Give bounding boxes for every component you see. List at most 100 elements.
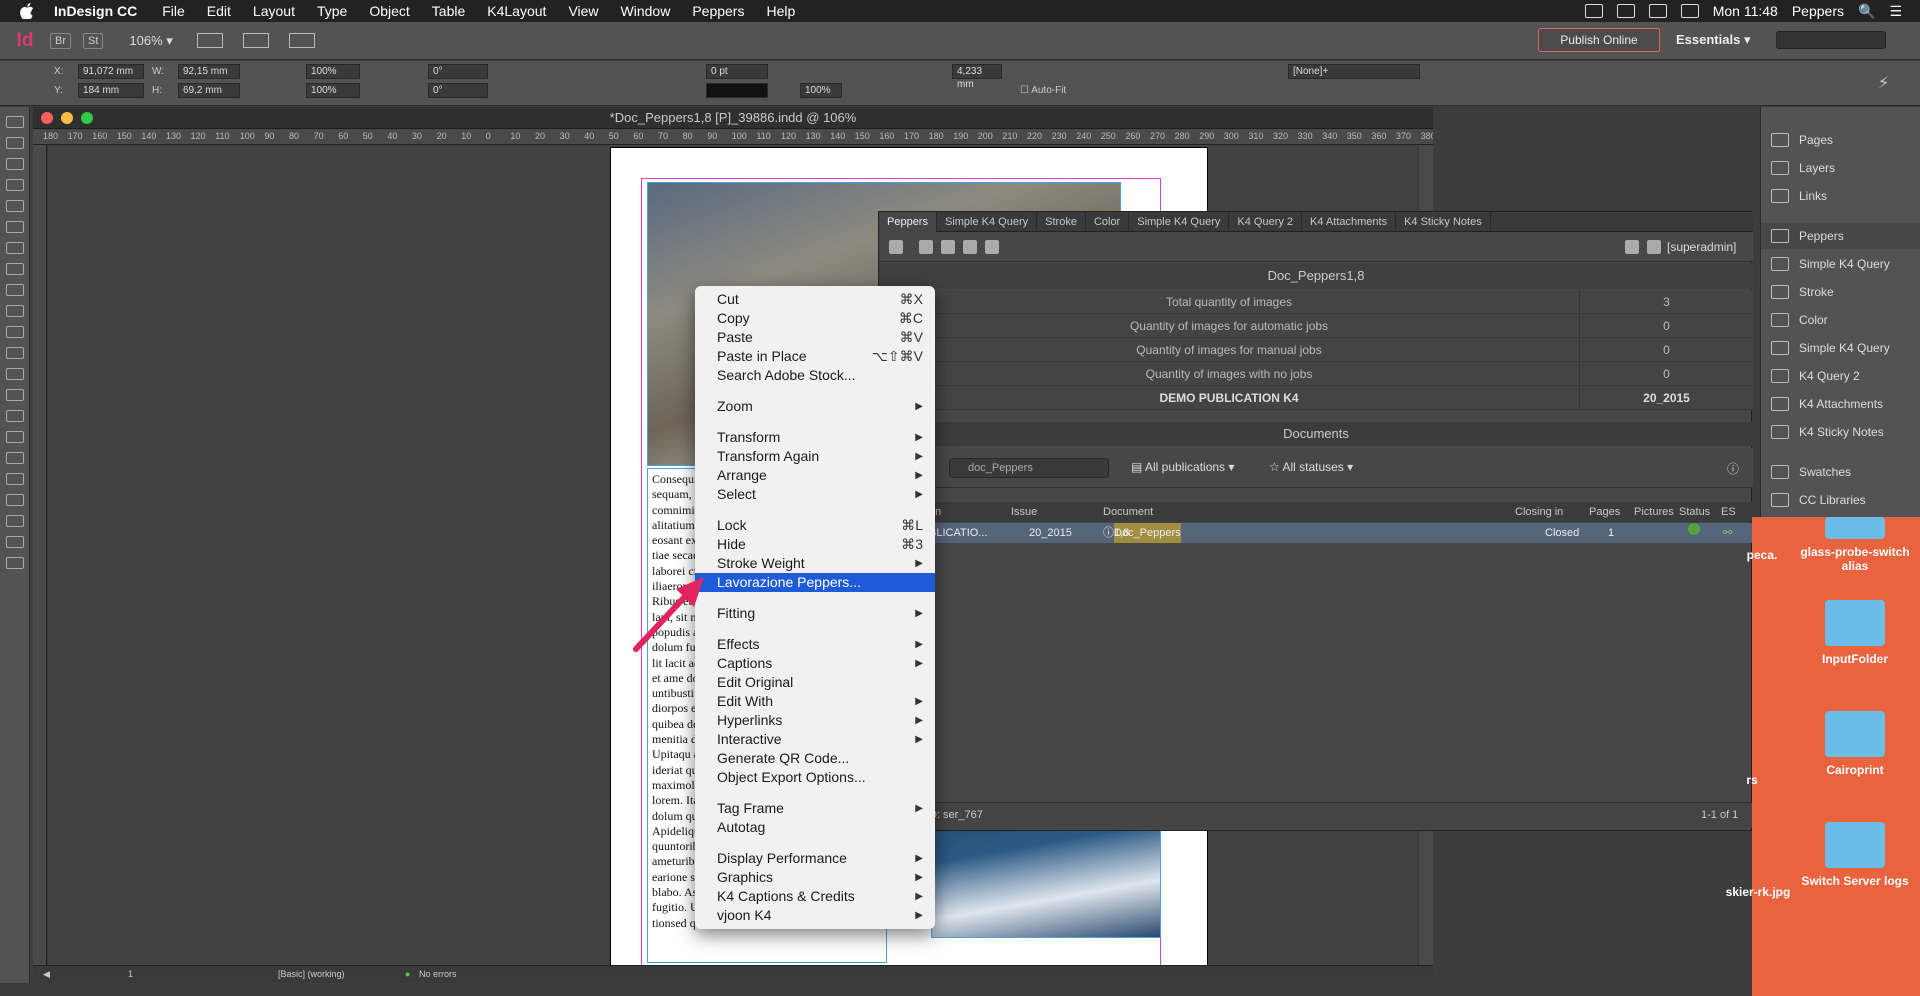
menu-item-interactive[interactable]: Interactive ▶: [695, 730, 935, 749]
dock-layers[interactable]: Layers: [1761, 155, 1920, 181]
menu-item-cut[interactable]: Cut ⌘X: [695, 290, 935, 309]
menu-item-autotag[interactable]: Autotag: [695, 818, 935, 837]
column-issue[interactable]: Issue: [1011, 502, 1037, 522]
auto-fit-checkbox[interactable]: ☐ Auto-Fit: [1020, 85, 1066, 96]
dock-color[interactable]: Color: [1761, 307, 1920, 333]
content-collector-icon[interactable]: [5, 200, 24, 212]
zoom-select[interactable]: 106% ▾: [129, 33, 172, 49]
screen-mirroring-icon[interactable]: [1584, 4, 1603, 18]
eyedropper-tool-icon[interactable]: [5, 452, 24, 464]
dock-k4-attachments[interactable]: K4 Attachments: [1761, 391, 1920, 417]
screen-mode-tool-icon[interactable]: [5, 557, 24, 569]
menu-item-fitting[interactable]: Fitting ▶: [695, 604, 935, 623]
spotlight-icon[interactable]: 🔍: [1858, 3, 1875, 20]
dock-simple-k4-query[interactable]: Simple K4 Query: [1761, 251, 1920, 277]
view-options-icon[interactable]: [196, 33, 223, 48]
eject-icon[interactable]: [1680, 4, 1699, 18]
user-menu[interactable]: Peppers: [1792, 3, 1844, 19]
tab-k4-query-2[interactable]: K4 Query 2: [1229, 211, 1303, 232]
workspace-switcher[interactable]: Essentials ▾: [1676, 32, 1750, 48]
desktop-item-cairoprint[interactable]: Cairoprint: [1790, 711, 1920, 777]
menu-item-display-performance[interactable]: Display Performance ▶: [695, 849, 935, 868]
column-pages[interactable]: Pages: [1589, 502, 1620, 522]
menu-help[interactable]: Help: [766, 3, 795, 19]
menu-item-copy[interactable]: Copy ⌘C: [695, 309, 935, 328]
minimize-window-icon[interactable]: [61, 112, 73, 124]
logout-icon[interactable]: [1647, 240, 1661, 254]
gear-icon[interactable]: [1625, 240, 1639, 254]
w-field[interactable]: 92,15 mm: [178, 64, 240, 79]
dock-k4-query-2[interactable]: K4 Query 2: [1761, 363, 1920, 389]
menu-item-transform-again[interactable]: Transform Again ▶: [695, 447, 935, 466]
menu-file[interactable]: File: [162, 3, 185, 19]
gradient-feather-tool-icon[interactable]: [5, 410, 24, 422]
menu-k4layout[interactable]: K4Layout: [487, 3, 546, 19]
menu-item-lock[interactable]: Lock ⌘L: [695, 516, 935, 535]
brush-icon[interactable]: [889, 240, 903, 254]
object-style-select[interactable]: [None]+: [1288, 64, 1420, 79]
arrange-documents-icon[interactable]: [288, 33, 315, 48]
publish-online-button[interactable]: Publish Online: [1538, 28, 1660, 52]
bridge-button[interactable]: Br: [50, 32, 71, 49]
menu-item-hide[interactable]: Hide ⌘3: [695, 535, 935, 554]
menu-item-arrange[interactable]: Arrange ▶: [695, 466, 935, 485]
apply-none-icon[interactable]: [5, 536, 24, 548]
gradient-tool-icon[interactable]: [5, 389, 24, 401]
gap-tool-icon[interactable]: [5, 179, 24, 191]
h-field[interactable]: 69,2 mm: [178, 83, 240, 98]
display-icon[interactable]: [1616, 4, 1635, 18]
menu-item-paste-in-place[interactable]: Paste in Place ⌥⇧⌘V: [695, 347, 935, 366]
dock-peppers[interactable]: Peppers: [1761, 223, 1920, 249]
dock-links[interactable]: Links: [1761, 183, 1920, 209]
link-icon[interactable]: [919, 240, 933, 254]
direct-selection-tool-icon[interactable]: [5, 137, 24, 149]
menu-item-edit-with[interactable]: Edit With ▶: [695, 692, 935, 711]
dock-k4-sticky-notes[interactable]: K4 Sticky Notes: [1761, 419, 1920, 445]
close-window-icon[interactable]: [41, 112, 53, 124]
shear-field[interactable]: 0°: [428, 83, 488, 98]
wifi-icon[interactable]: [1648, 4, 1667, 18]
offset-field[interactable]: 4,233 mm: [952, 64, 1002, 90]
folder-icon[interactable]: [985, 240, 999, 254]
fill-stroke-icon[interactable]: [5, 515, 24, 527]
horizontal-ruler[interactable]: 180 170 160 150 140 130 120 110 100 90 80 70 60 50 40 3…: [33, 129, 1433, 145]
upload-icon[interactable]: [941, 240, 955, 254]
menu-item-hyperlinks[interactable]: Hyperlinks ▶: [695, 711, 935, 730]
dock-cc-libraries[interactable]: CC Libraries: [1761, 487, 1920, 513]
screen-mode-icon[interactable]: [242, 33, 269, 48]
desktop-item-rs[interactable]: rs: [1712, 773, 1792, 787]
column-es[interactable]: ES: [1721, 502, 1736, 522]
scale-y-field[interactable]: 100%: [306, 83, 360, 98]
page-tool-icon[interactable]: [5, 158, 24, 170]
desktop-item-glass-probe[interactable]: glass-probe-switch alias: [1790, 517, 1920, 573]
menu-item-select[interactable]: Select ▶: [695, 485, 935, 504]
column-status[interactable]: Status: [1679, 502, 1710, 522]
page-number[interactable]: 1: [128, 969, 133, 979]
table-row[interactable]: BLICATIO... 20_2015 ⓘ Doc_Peppers 1,8 Clo…: [879, 523, 1753, 543]
x-field[interactable]: 91,072 mm: [78, 64, 144, 79]
publications-filter[interactable]: ▤ All publications ▾: [1131, 460, 1234, 474]
menu-item-transform[interactable]: Transform ▶: [695, 428, 935, 447]
zoom-window-icon[interactable]: [81, 112, 93, 124]
dock-stroke[interactable]: Stroke: [1761, 279, 1920, 305]
menu-item-edit-original[interactable]: Edit Original: [695, 673, 935, 692]
menu-item-tag-frame[interactable]: Tag Frame ▶: [695, 799, 935, 818]
menu-type[interactable]: Type: [317, 3, 347, 19]
line-tool-icon[interactable]: [5, 242, 24, 254]
menu-table[interactable]: Table: [432, 3, 465, 19]
tab-k4-sticky-notes[interactable]: K4 Sticky Notes: [1396, 211, 1491, 232]
app-search-input[interactable]: [1776, 31, 1886, 49]
pencil-tool-icon[interactable]: [5, 284, 24, 296]
vertical-ruler[interactable]: [33, 145, 47, 983]
opacity-field[interactable]: 100%: [800, 83, 842, 98]
dock-swatches[interactable]: Swatches: [1761, 459, 1920, 485]
menu-item-lavorazione-peppers[interactable]: Lavorazione Peppers...: [695, 573, 935, 592]
menu-item-object-export-options[interactable]: Object Export Options...: [695, 768, 935, 787]
tab-stroke[interactable]: Stroke: [1037, 211, 1086, 232]
column-pictures[interactable]: Pictures: [1634, 502, 1674, 522]
desktop-item-inputfolder[interactable]: InputFolder: [1790, 600, 1920, 666]
scale-x-field[interactable]: 100%: [306, 64, 360, 79]
menu-edit[interactable]: Edit: [207, 3, 231, 19]
app-menu[interactable]: InDesign CC: [54, 3, 137, 19]
tab-simple-k4-query-2[interactable]: Simple K4 Query: [1129, 211, 1230, 232]
